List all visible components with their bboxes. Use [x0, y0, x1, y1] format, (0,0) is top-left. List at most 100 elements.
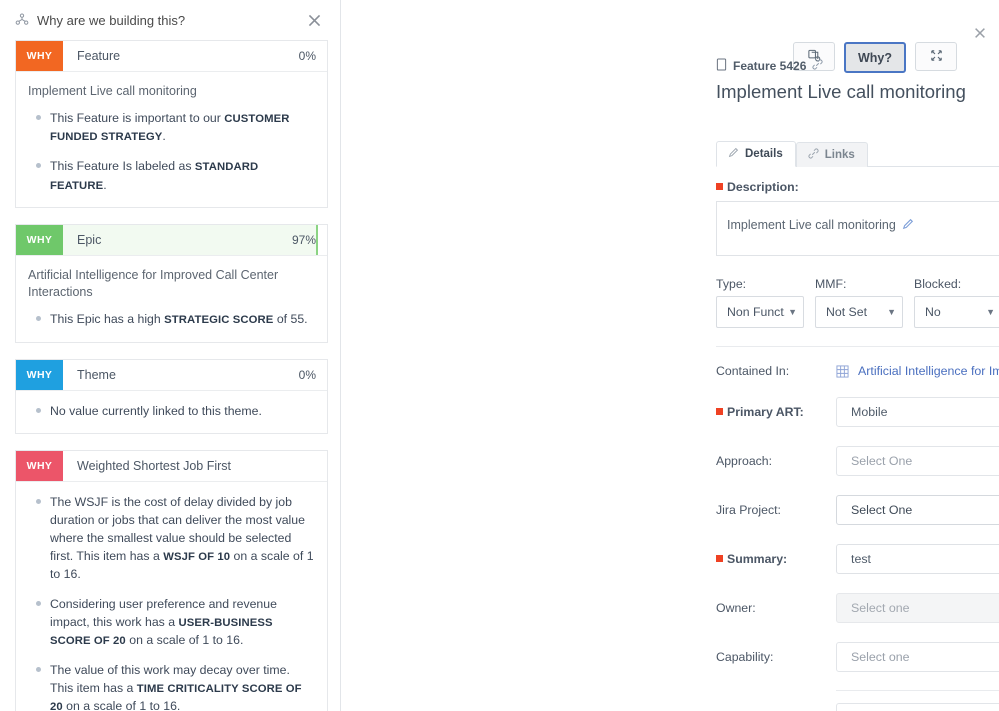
- pencil-icon[interactable]: [902, 218, 914, 233]
- field-label-text: Summary:: [727, 552, 788, 566]
- why-button[interactable]: Why?: [844, 42, 906, 73]
- why-card-header: WHY Feature 0%: [16, 41, 327, 72]
- expand-button[interactable]: [915, 42, 957, 71]
- field-control-4[interactable]: Select one▼: [836, 593, 999, 623]
- field-label-text: Jira Project:: [716, 503, 781, 517]
- contained-in-label: Contained In:: [716, 364, 790, 378]
- why-badge: WHY: [16, 225, 63, 256]
- pencil-icon: [728, 147, 739, 161]
- breadcrumb-label[interactable]: Feature 5426: [733, 59, 806, 73]
- why-card-header: WHY Weighted Shortest Job First: [16, 450, 327, 482]
- why-badge: WHY: [16, 359, 63, 390]
- chevron-down-icon: ▼: [986, 307, 995, 317]
- grid-icon: [836, 364, 849, 378]
- why-card-body: Artificial Intelligence for Improved Cal…: [16, 256, 327, 342]
- mini-select-value: Non Funct...: [727, 305, 785, 319]
- field-value: test: [851, 552, 871, 566]
- field-control-5[interactable]: Select one▼: [836, 642, 999, 672]
- why-bullet: The value of this work may decay over ti…: [28, 661, 315, 711]
- divider: [836, 690, 999, 691]
- mini-select-value: Not Set: [826, 305, 868, 319]
- mini-select-value: No: [925, 305, 941, 319]
- required-marker: [716, 408, 723, 415]
- mini-select-0[interactable]: Non Funct...▼: [716, 296, 804, 328]
- field-control-2[interactable]: Select One⌄: [836, 495, 999, 525]
- mini-select-1[interactable]: Not Set ▼: [815, 296, 903, 328]
- chevron-down-icon: ▼: [887, 307, 896, 317]
- field-rows: Primary ART: Mobile▼ Approach: Select One▼ J…: [716, 397, 999, 711]
- field-label: Owner:: [716, 601, 836, 615]
- required-marker: [716, 555, 723, 562]
- detail-tabs: Details Links: [716, 139, 999, 167]
- why-card-lead: Artificial Intelligence for Improved Cal…: [28, 268, 279, 300]
- why-bullet: No value currently linked to this theme.: [28, 402, 315, 420]
- why-bullet-list: This Feature is important to our CUSTOME…: [28, 109, 315, 194]
- chevron-down-icon: ▼: [788, 307, 797, 317]
- why-badge: WHY: [16, 450, 63, 481]
- why-card: WHY Weighted Shortest Job First The WSJF i…: [15, 449, 328, 711]
- field-row: Approach: Select One▼: [716, 446, 999, 476]
- field-row: Primary ART: Mobile▼: [716, 397, 999, 427]
- why-card-body: No value currently linked to this theme.: [16, 390, 327, 433]
- detail-panel: Why? Feature 5426 Implement Live call mo…: [341, 0, 999, 711]
- mini-select-label: Blocked:: [914, 277, 962, 291]
- why-card-header: WHY Epic 97%: [16, 225, 327, 257]
- required-marker: [716, 183, 723, 190]
- why-card-title: Feature: [77, 49, 121, 63]
- description-label: Description:: [716, 180, 999, 194]
- why-card-lead: Implement Live call monitoring: [28, 84, 197, 98]
- why-panel: Why are we building this? WHY Feature 0% Im…: [0, 0, 341, 711]
- field-label: Approach:: [716, 454, 836, 468]
- field-label-text: Primary ART:: [727, 405, 804, 419]
- detail-form: Description: Implement Live call monitor…: [716, 180, 999, 711]
- field-label: Primary ART:: [716, 405, 836, 419]
- field-control-0[interactable]: Mobile▼: [836, 397, 999, 427]
- document-icon: [716, 58, 727, 74]
- field-label: Summary:: [716, 552, 836, 566]
- why-card-title: Epic: [77, 233, 102, 248]
- field-row: Summary: test: [716, 544, 999, 574]
- expand-arrows-icon: [929, 48, 944, 66]
- field-row: Owner: Select one▼: [716, 593, 999, 623]
- divider: [716, 346, 999, 347]
- link-icon[interactable]: [812, 59, 823, 73]
- why-panel-title: Why are we building this?: [37, 12, 186, 28]
- why-card-header: WHY Theme 0%: [16, 359, 327, 391]
- description-field[interactable]: Implement Live call monitoring: [716, 201, 999, 256]
- field-value: Select one: [851, 601, 910, 615]
- detail-close-icon[interactable]: [971, 24, 989, 42]
- mini-select-row: Type:Non Funct...▼MMF:Not Set▼Blocked:No…: [716, 277, 999, 328]
- why-bullet-list: No value currently linked to this theme.: [28, 402, 315, 420]
- contained-in-link[interactable]: Artificial Intelligence for Improved Cal…: [858, 364, 999, 378]
- mini-select-label: Type:: [716, 277, 747, 291]
- why-card-title: Theme: [77, 367, 116, 382]
- tab-links-label: Links: [824, 149, 855, 161]
- tab-details[interactable]: Details: [716, 141, 796, 167]
- why-panel-header: Why are we building this?: [0, 0, 340, 40]
- field-control-3[interactable]: test: [836, 544, 999, 574]
- close-icon[interactable]: [304, 10, 324, 30]
- field-value: Mobile: [851, 405, 888, 419]
- why-bullet: The WSJF is the cost of delay divided by…: [28, 493, 315, 584]
- page-title: Implement Live call monitoring: [716, 81, 966, 102]
- partial-field-below[interactable]: [836, 703, 999, 711]
- description-label-text: Description:: [727, 180, 799, 194]
- why-bullet: This Epic has a high STRATEGIC SCORE of …: [28, 310, 315, 329]
- why-bullet: This Feature Is labeled as STANDARD FEAT…: [28, 157, 315, 194]
- tab-links[interactable]: Links: [795, 142, 868, 167]
- contained-in-row: Contained In: Artificial Intelligence fo…: [716, 364, 999, 378]
- field-value: Select One: [851, 454, 913, 468]
- why-card-title: Weighted Shortest Job First: [77, 458, 232, 473]
- mini-select-group: MMF: Not Set ▼: [815, 277, 903, 328]
- mini-select-label: MMF:: [815, 277, 847, 291]
- why-card-list: WHY Feature 0% Implement Live call monitori…: [0, 40, 340, 711]
- field-control-1[interactable]: Select One▼: [836, 446, 999, 476]
- why-badge: WHY: [16, 41, 63, 71]
- breadcrumb: Feature 5426: [716, 58, 823, 74]
- description-value: Implement Live call monitoring: [727, 218, 896, 232]
- field-row: Jira Project: Select One⌄: [716, 495, 999, 525]
- why-card-body: Implement Live call monitoring This Featu…: [16, 72, 327, 208]
- hierarchy-icon: [14, 12, 30, 28]
- field-label: Jira Project:: [716, 503, 836, 517]
- mini-select-2[interactable]: No ▼: [914, 296, 999, 328]
